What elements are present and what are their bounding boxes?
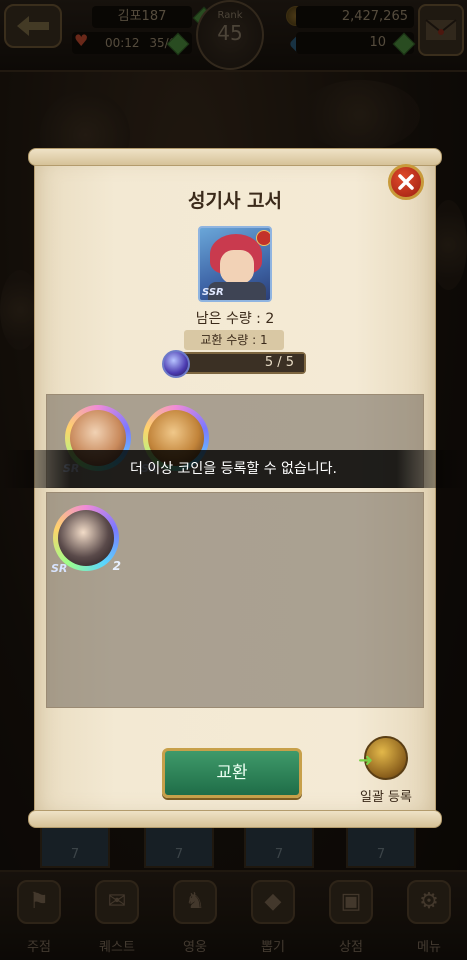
remaining-count: 남은 수량 : 2 xyxy=(195,311,275,327)
owned-coin-list: SR 2 xyxy=(46,492,424,708)
item-portrait: SSR xyxy=(198,226,272,302)
exchange-dialog: 성기사 고서 SSR 남은 수량 : 2 교환 수량 : 1 5 / 5 SR … xyxy=(28,148,442,828)
toast-message: 더 이상 코인을 등록할 수 없습니다. xyxy=(0,450,467,488)
bulk-register-icon: ➜ xyxy=(358,736,408,780)
progress-text: 5 / 5 xyxy=(264,355,294,370)
rarity-badge: SSR xyxy=(202,287,224,298)
portrait-face xyxy=(220,250,254,284)
attribute-icon xyxy=(256,230,270,246)
exchange-button[interactable]: 교환 xyxy=(162,748,302,798)
coin-character xyxy=(58,510,114,566)
scroll-roll-top xyxy=(28,148,442,166)
exchange-count: 교환 수량 : 1 xyxy=(184,330,284,350)
close-button[interactable] xyxy=(388,164,424,200)
bulk-register-label: 일괄 등록 xyxy=(360,790,412,805)
owned-coin[interactable]: SR 2 xyxy=(51,505,121,575)
coin-level: 2 xyxy=(112,559,121,573)
dialog-title: 성기사 고서 xyxy=(187,190,282,212)
progress-track: 5 / 5 xyxy=(178,352,306,374)
arrow-icon: ➜ xyxy=(358,750,374,771)
coin-rarity: SR xyxy=(51,562,68,575)
coin-progress-bar: 5 / 5 xyxy=(162,350,308,378)
close-icon xyxy=(398,174,414,190)
coin-orb-icon xyxy=(162,350,190,378)
bulk-register-button[interactable]: ➜ 일괄 등록 xyxy=(346,736,426,826)
